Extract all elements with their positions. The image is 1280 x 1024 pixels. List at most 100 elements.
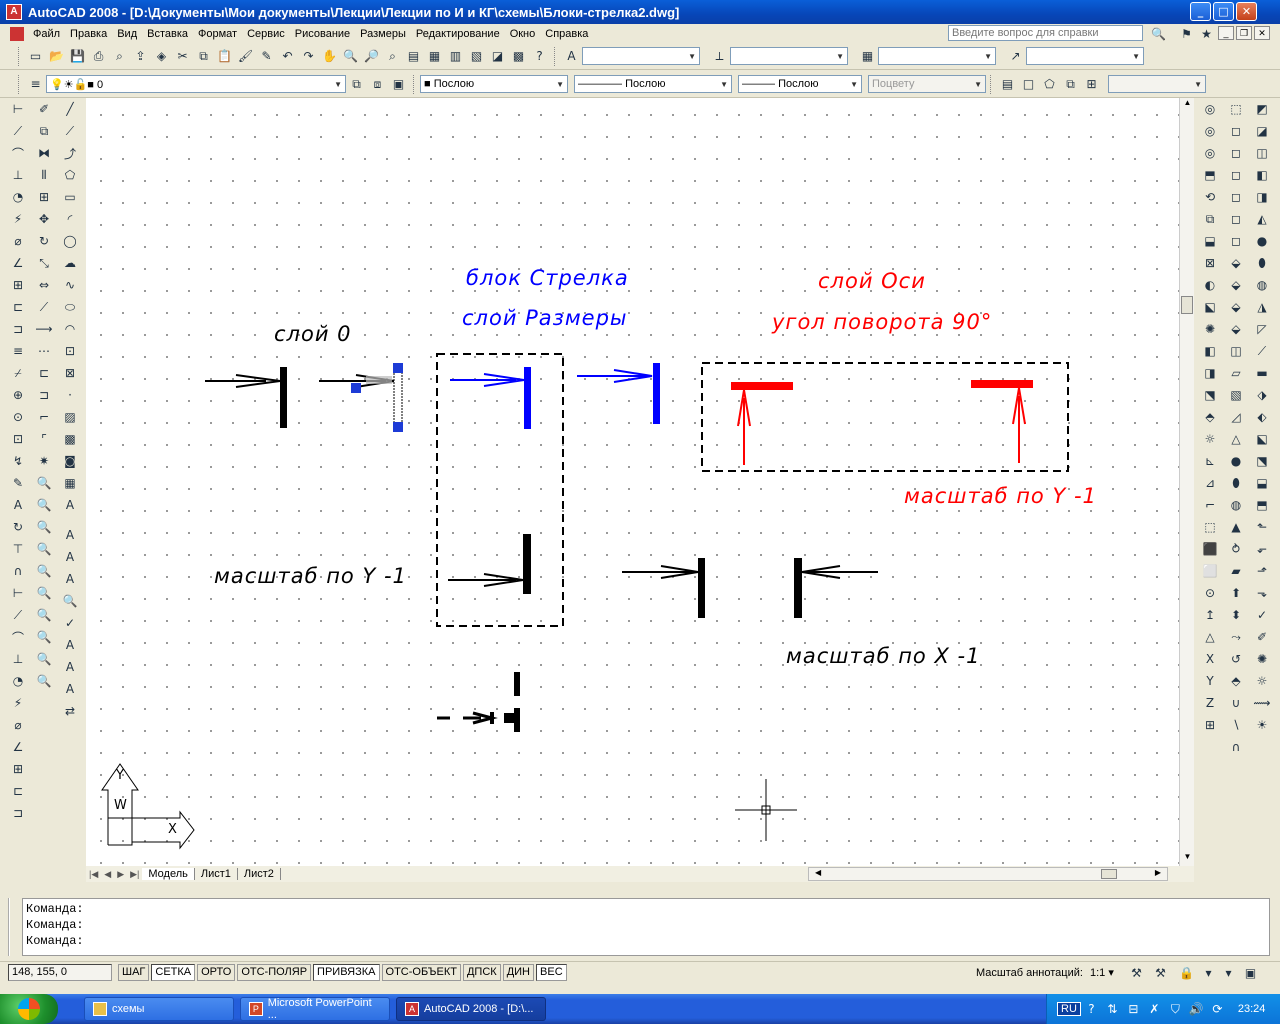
imprint-icon[interactable]: ⬓ xyxy=(1252,472,1272,494)
minimize-button[interactable]: _ xyxy=(1190,2,1211,21)
ucs-y-icon[interactable]: Y xyxy=(1200,670,1220,692)
separate-icon[interactable]: ⬏ xyxy=(1252,560,1272,582)
top-view-icon[interactable]: ◻ xyxy=(1226,120,1246,142)
favorites-icon[interactable]: ★ xyxy=(1197,24,1216,43)
revcloud-icon[interactable]: ☁ xyxy=(60,252,80,274)
ucs-zaxis-icon[interactable]: ↥ xyxy=(1200,604,1220,626)
construction-line-icon[interactable]: ⟋ xyxy=(60,120,80,142)
toggle-dyn[interactable]: ДИН xyxy=(502,964,535,981)
gradient-icon[interactable]: ▩ xyxy=(60,428,80,450)
clip-viewport-icon[interactable]: ⧉ xyxy=(1061,75,1080,94)
menu-help[interactable]: Справка xyxy=(540,28,593,40)
tab-sheet2[interactable]: Лист2 xyxy=(238,868,281,880)
swivel-icon[interactable]: ⟲ xyxy=(1200,186,1220,208)
wedge-small-icon[interactable]: ◸ xyxy=(1252,318,1272,340)
section-icon[interactable]: ⬖ xyxy=(1252,406,1272,428)
copy-object-icon[interactable]: ⧉ xyxy=(34,120,54,142)
circle-icon[interactable]: ◯ xyxy=(60,230,80,252)
block-arrow-red-mirrored[interactable] xyxy=(971,380,1033,463)
save-icon[interactable]: 💾 xyxy=(68,47,87,66)
plot-icon[interactable]: ⎙ xyxy=(89,47,108,66)
radius-icon-2[interactable]: ◔ xyxy=(8,670,28,692)
break-icon[interactable]: ⊏ xyxy=(34,362,54,384)
scroll-up-arrow[interactable]: ▲ xyxy=(1181,98,1194,107)
dim-style-small-icon[interactable]: ⊤ xyxy=(8,538,28,560)
ucs-x-icon[interactable]: X xyxy=(1200,648,1220,670)
vertical-scrollbar[interactable]: ▲ ▼ xyxy=(1179,98,1194,866)
ucs-view-icon[interactable]: ⬜ xyxy=(1200,560,1220,582)
block-arrow-right[interactable] xyxy=(622,558,705,618)
command-prompt[interactable]: Команда: xyxy=(26,933,1266,949)
block-arrow-mirrored-y[interactable] xyxy=(448,534,531,594)
ucs-3point-icon[interactable]: △ xyxy=(1200,626,1220,648)
text-style-combo[interactable]: ▼ xyxy=(582,47,700,65)
mirror-icon[interactable]: ⧓ xyxy=(34,142,54,164)
magnet-icon[interactable]: ∩ xyxy=(8,560,28,582)
spot-light-icon[interactable]: ☼ xyxy=(1252,670,1272,692)
insert-block-icon[interactable]: ⊡ xyxy=(60,340,80,362)
thicken-icon[interactable]: ▬ xyxy=(1252,362,1272,384)
viewport-scale-icon[interactable]: ⊞ xyxy=(1082,75,1101,94)
fly-icon[interactable]: ⬓ xyxy=(1200,230,1220,252)
walk-icon[interactable]: ⧉ xyxy=(1200,208,1220,230)
union-icon[interactable]: ∪ xyxy=(1226,692,1246,714)
edit-text-icon[interactable]: A xyxy=(60,568,80,590)
clean-icon[interactable]: ⬐ xyxy=(1252,538,1272,560)
ucs-apply-icon[interactable]: ⊞ xyxy=(1200,714,1220,736)
menu-tools[interactable]: Сервис xyxy=(242,28,290,40)
scale-text-icon[interactable]: A xyxy=(60,656,80,678)
polygon-icon[interactable]: ⬠ xyxy=(60,164,80,186)
status-tray-settings-icon[interactable]: ▾ xyxy=(1199,963,1218,982)
point-icon[interactable]: · xyxy=(60,384,80,406)
ucs-origin-icon[interactable]: ⊙ xyxy=(1200,582,1220,604)
block-arrow-blue[interactable] xyxy=(450,367,531,429)
aligned-dim-icon[interactable]: ⟋ xyxy=(8,120,28,142)
cut-icon[interactable]: ✂ xyxy=(173,47,192,66)
ucs-icon[interactable]: ⊾ xyxy=(1200,450,1220,472)
block-arrow-blue-2[interactable] xyxy=(577,363,660,424)
toggle-ducs[interactable]: ДПСК xyxy=(462,964,501,981)
text-style-side-icon[interactable]: A xyxy=(60,634,80,656)
render-icon[interactable]: ⬕ xyxy=(1200,296,1220,318)
text-style-icon[interactable]: A xyxy=(562,47,581,66)
mtext-icon[interactable]: A xyxy=(60,494,80,516)
cylinder-icon[interactable]: ⬮ xyxy=(1226,472,1246,494)
jog-icon-2[interactable]: ⚡ xyxy=(8,692,28,714)
break-point-icon[interactable]: ⋯ xyxy=(34,340,54,362)
drawing-area[interactable]: слой 0 блок Стрелка слой Размеры слой Ос… xyxy=(86,98,1179,866)
communication-icon[interactable]: ⚑ xyxy=(1177,24,1196,43)
chamfer-icon[interactable]: ⌐ xyxy=(34,406,54,428)
menu-view[interactable]: Вид xyxy=(112,28,142,40)
dim-space-icon[interactable]: ≡ xyxy=(8,340,28,362)
toggle-snap[interactable]: ШАГ xyxy=(118,964,150,981)
zoom-extents-icon[interactable]: 🔍 xyxy=(34,494,54,516)
linetype-combo[interactable]: ———— Послою ▼ xyxy=(574,75,732,93)
copy-icon[interactable]: ⧉ xyxy=(194,47,213,66)
extrude-icon[interactable]: ⬆ xyxy=(1226,582,1246,604)
block-arrow-small[interactable] xyxy=(437,672,520,732)
redo-icon[interactable]: ↷ xyxy=(299,47,318,66)
sw-iso-icon[interactable]: ⬙ xyxy=(1226,252,1246,274)
presspull-icon[interactable]: ⬍ xyxy=(1226,604,1246,626)
taskbar-powerpoint[interactable]: P Microsoft PowerPoint ... xyxy=(240,997,390,1021)
offset-faces-icon[interactable]: ◫ xyxy=(1252,142,1272,164)
stretch-icon[interactable]: ⇔ xyxy=(34,274,54,296)
ordinate-icon[interactable]: ⊥ xyxy=(8,164,28,186)
command-grip[interactable] xyxy=(8,898,18,956)
make-block-icon[interactable]: ⊠ xyxy=(60,362,80,384)
ellipse-arc-icon[interactable]: ◠ xyxy=(60,318,80,340)
mleader-style-icon[interactable]: ↗ xyxy=(1006,47,1025,66)
point-light-icon[interactable]: ✺ xyxy=(1252,648,1272,670)
tab-next-icon[interactable]: ▶ xyxy=(114,869,127,880)
named-views-icon[interactable]: ⬚ xyxy=(1226,98,1246,120)
materials-icon[interactable]: ◧ xyxy=(1200,340,1220,362)
delete-faces-icon[interactable]: ◧ xyxy=(1252,164,1272,186)
move-faces-icon[interactable]: ◪ xyxy=(1252,120,1272,142)
jogged-linear-icon[interactable]: ↯ xyxy=(8,450,28,472)
ne-iso-icon[interactable]: ⬙ xyxy=(1226,296,1246,318)
sync-icon[interactable]: ⟳ xyxy=(1208,1000,1227,1019)
ucs-world-icon[interactable]: ⊿ xyxy=(1200,472,1220,494)
arc-length-icon[interactable]: ⌒ xyxy=(8,142,28,164)
quick-dim-icon[interactable]: ⊞ xyxy=(8,274,28,296)
tolerance-icon[interactable]: ⊕ xyxy=(8,384,28,406)
